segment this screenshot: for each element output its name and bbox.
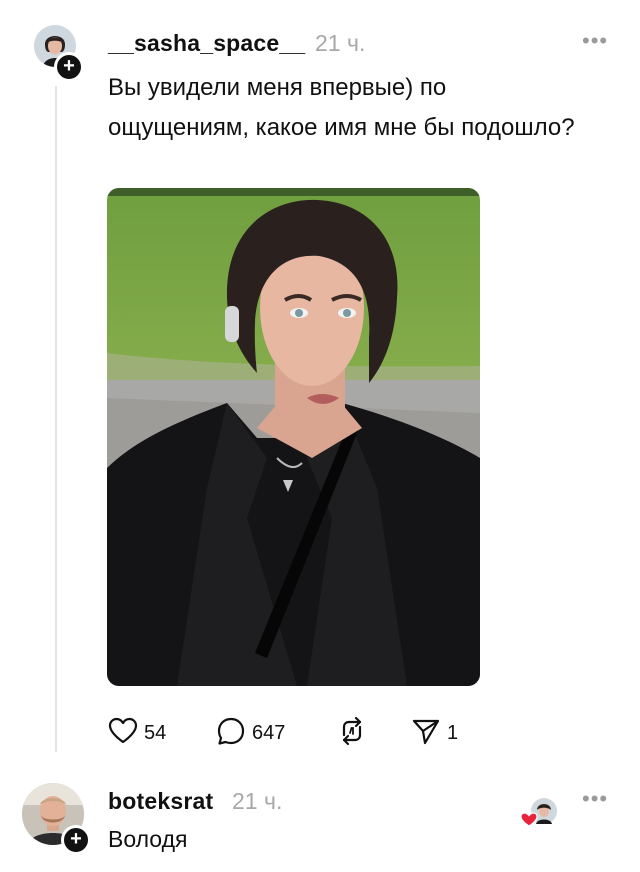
follow-plus-icon[interactable]: + <box>54 52 84 82</box>
repost-button[interactable] <box>336 716 368 750</box>
post-username[interactable]: __sasha_space__ <box>108 30 305 57</box>
post-image[interactable] <box>107 188 480 686</box>
heart-outline-icon <box>108 717 138 750</box>
reply-text: Володя <box>108 826 188 852</box>
reply-follow-plus-icon[interactable]: + <box>61 825 91 855</box>
repost-arrows-icon <box>336 716 368 751</box>
post-text: Вы увидели меня впервые) по ощущениям, к… <box>108 74 575 141</box>
speech-bubble-icon <box>216 716 246 751</box>
post-more-options-icon[interactable]: ••• <box>582 30 608 52</box>
reply-more-options-icon[interactable]: ••• <box>582 788 608 810</box>
share-button[interactable]: 1 <box>411 716 458 750</box>
like-count: 54 <box>144 721 167 744</box>
post-timestamp: 21 ч. <box>315 30 366 56</box>
comment-button[interactable]: 647 <box>216 716 285 750</box>
liked-by-author-indicator <box>520 797 560 836</box>
paper-plane-icon <box>411 716 441 751</box>
share-count: 1 <box>447 721 459 744</box>
thread-line <box>55 86 57 752</box>
reply-timestamp: 21 ч. <box>232 788 283 814</box>
like-button[interactable]: 54 <box>108 716 166 750</box>
comment-count: 647 <box>252 721 286 744</box>
reply-username[interactable]: boteksrat <box>108 788 213 815</box>
